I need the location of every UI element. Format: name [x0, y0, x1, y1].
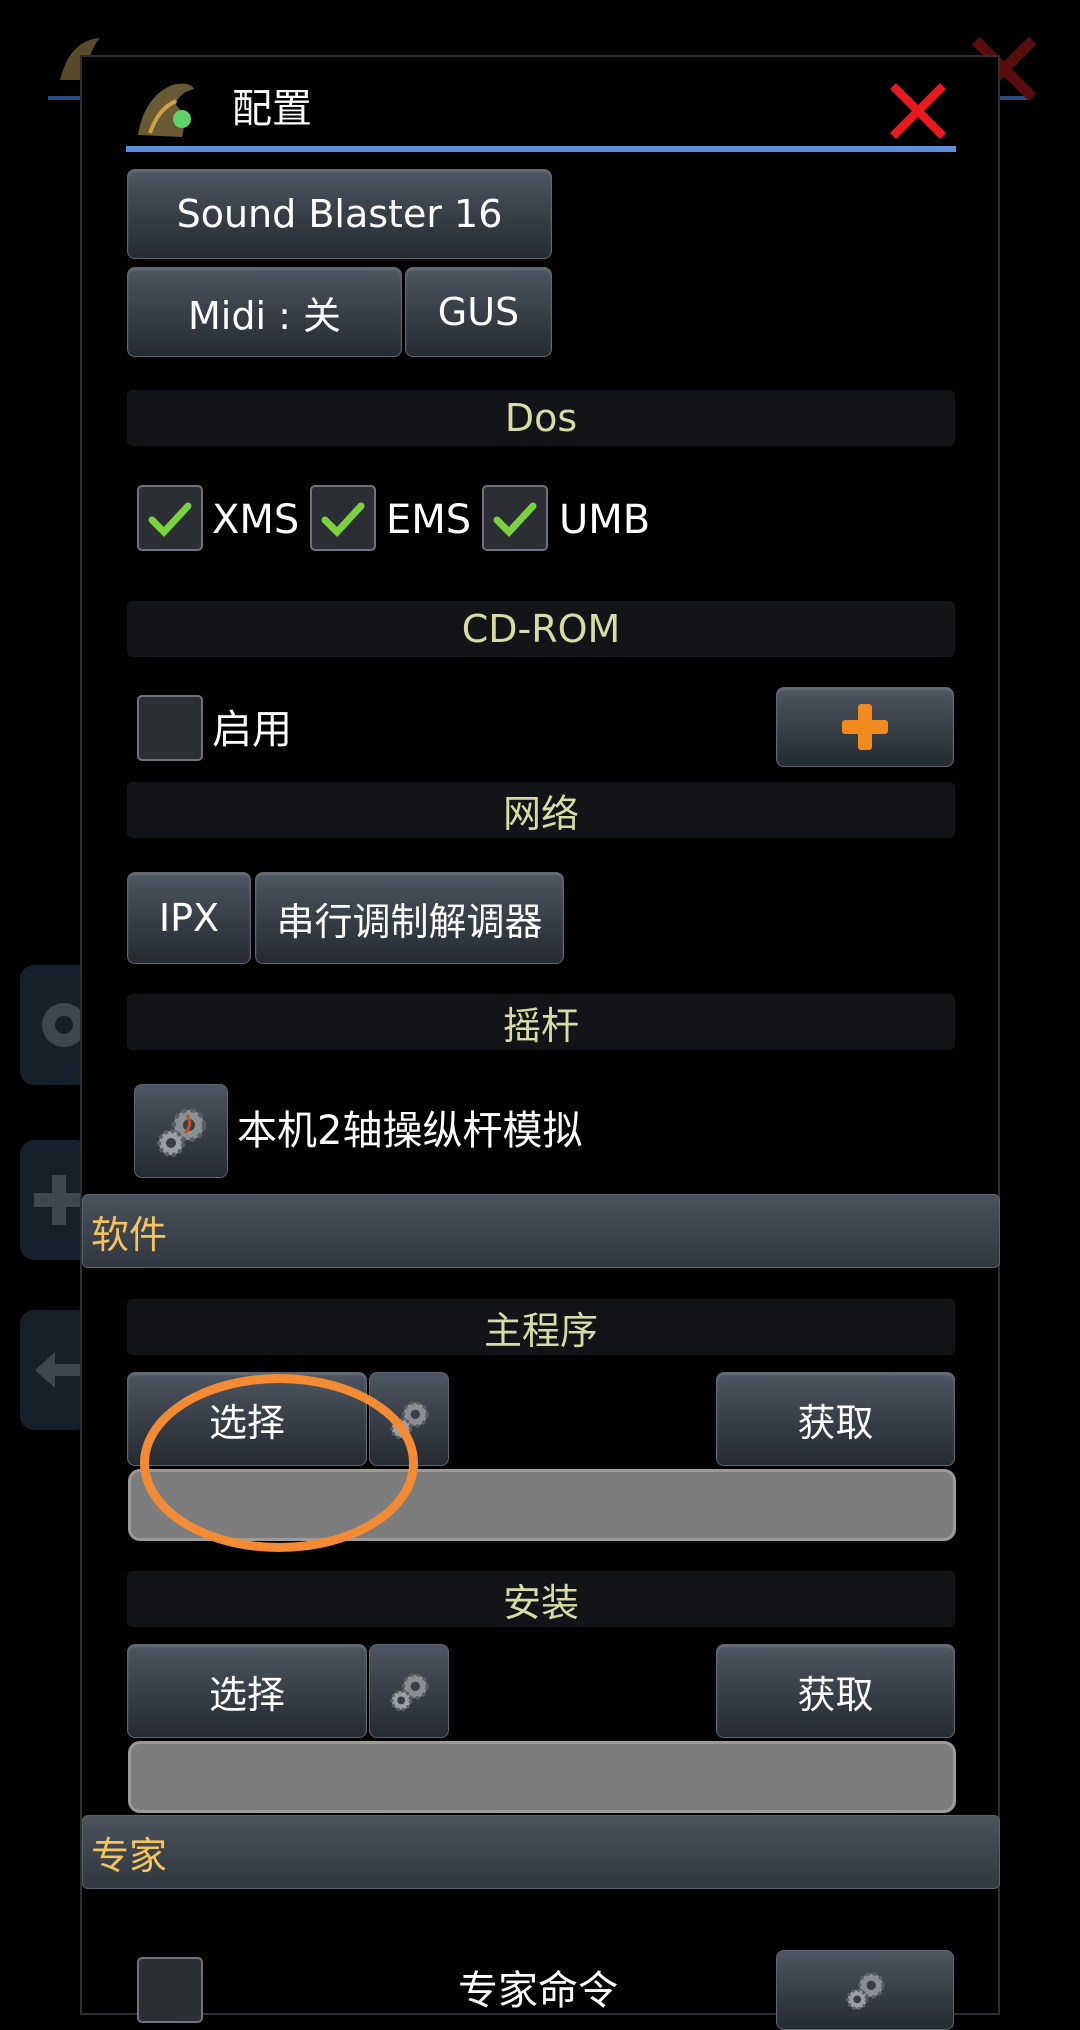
midi-button[interactable]: Midi : 关	[127, 267, 402, 357]
install-section-header: 安装	[127, 1571, 955, 1627]
install-settings-button[interactable]	[369, 1644, 449, 1738]
cdrom-section-header: CD-ROM	[127, 601, 955, 657]
gear-icon	[157, 1108, 206, 1157]
gear-icon	[390, 1673, 429, 1712]
umb-checkbox[interactable]	[482, 485, 548, 551]
cdrom-add-button[interactable]	[776, 687, 954, 767]
check-icon	[493, 502, 537, 538]
ems-checkbox[interactable]	[310, 485, 376, 551]
joystick-settings-button[interactable]	[134, 1084, 228, 1178]
joystick-mode-label: 本机2轴操纵杆模拟	[237, 1108, 583, 1154]
dialog-title: 配置	[232, 86, 312, 132]
cdrom-enable-label: 启用	[212, 707, 292, 753]
expert-settings-button[interactable]	[776, 1950, 954, 2030]
config-dialog: 配置 Sound Blaster 16 Midi : 关 GUS Dos XMS…	[80, 55, 1000, 2030]
expert-group-header[interactable]: 专家	[82, 1815, 1000, 1889]
title-divider	[126, 146, 956, 152]
network-section-header: 网络	[127, 782, 955, 838]
install-path-field[interactable]	[128, 1741, 956, 1813]
joystick-section-header: 摇杆	[127, 994, 955, 1050]
gus-button[interactable]: GUS	[405, 267, 552, 357]
cdrom-enable-checkbox[interactable]	[137, 695, 203, 761]
serial-modem-button[interactable]: 串行调制解调器	[255, 872, 564, 964]
ipx-button[interactable]: IPX	[127, 872, 251, 964]
software-group-header[interactable]: 软件	[82, 1194, 1000, 1268]
gear-icon	[846, 1972, 885, 2011]
main-program-section-header: 主程序	[127, 1299, 955, 1355]
xms-label: XMS	[212, 497, 300, 543]
app-logo-icon	[130, 75, 200, 145]
check-icon	[148, 502, 192, 538]
main-program-fetch-button[interactable]: 获取	[716, 1372, 955, 1466]
soundcard-button[interactable]: Sound Blaster 16	[127, 169, 552, 259]
install-select-button[interactable]: 选择	[127, 1644, 367, 1738]
expert-command-checkbox[interactable]	[137, 1957, 203, 2023]
close-icon[interactable]	[882, 75, 954, 147]
umb-label: UMB	[559, 497, 651, 543]
expert-command-label: 专家命令	[458, 1968, 618, 2014]
ems-label: EMS	[386, 497, 472, 543]
dos-section-header: Dos	[127, 390, 955, 446]
highlight-circle-annotation	[140, 1374, 418, 1552]
install-fetch-button[interactable]: 获取	[716, 1644, 955, 1738]
plus-icon	[842, 704, 888, 750]
check-icon	[321, 502, 365, 538]
xms-checkbox[interactable]	[137, 485, 203, 551]
